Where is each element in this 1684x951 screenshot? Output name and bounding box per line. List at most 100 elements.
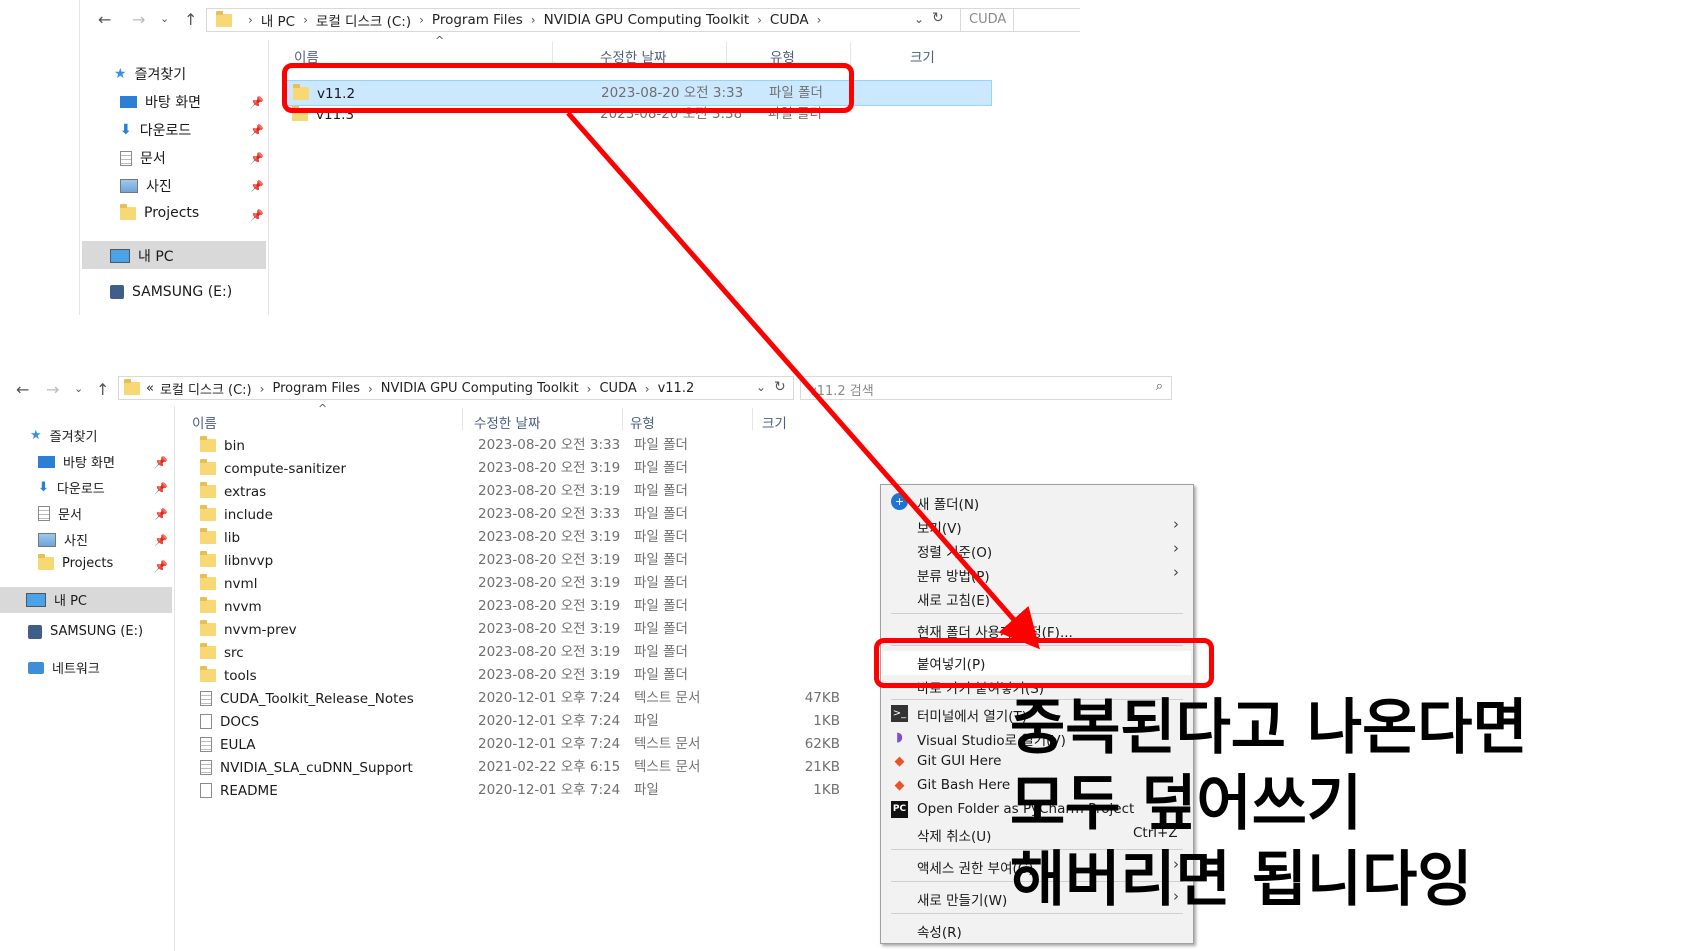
file-row[interactable]: DOCS 2020-12-01 오후 7:24 파일 1KB <box>196 711 856 732</box>
menu-item-sort-by[interactable]: 정렬 기준(O) <box>917 541 992 561</box>
column-header-size[interactable]: 크기 <box>762 412 787 432</box>
sidebar-item-drive-e[interactable]: SAMSUNG (E:) <box>110 284 232 300</box>
pin-icon[interactable]: 📌 <box>250 209 264 222</box>
sort-ascending-icon: ^ <box>435 34 445 47</box>
up-button[interactable]: ↑ <box>96 380 109 399</box>
menu-item-view[interactable]: 보기(V) <box>917 517 962 537</box>
file-type: 파일 폴더 <box>634 506 688 522</box>
address-dropdown-icon[interactable]: ⌄ <box>914 12 924 26</box>
file-row[interactable]: README 2020-12-01 오후 7:24 파일 1KB <box>196 780 856 801</box>
menu-item-group-by[interactable]: 분류 방법(P) <box>917 565 990 585</box>
star-icon: ★ <box>114 66 127 82</box>
file-size: 47KB <box>804 690 840 706</box>
sidebar-item-documents[interactable]: 문서 <box>120 148 166 168</box>
breadcrumb-item[interactable]: CUDA <box>770 12 809 28</box>
annotation-line: 해버리면 됩니다잉 <box>1010 845 1473 915</box>
file-row[interactable]: lib 2023-08-20 오전 3:19 파일 폴더 <box>196 527 856 548</box>
file-row[interactable]: extras 2023-08-20 오전 3:19 파일 폴더 <box>196 481 856 502</box>
file-name: EULA <box>220 736 256 753</box>
pin-icon[interactable]: 📌 <box>250 96 264 109</box>
file-row[interactable]: libnvvp 2023-08-20 오전 3:19 파일 폴더 <box>196 550 856 571</box>
sidebar-divider <box>174 406 175 951</box>
file-type: 파일 폴더 <box>634 598 688 614</box>
sidebar-item-documents[interactable]: 문서 <box>38 504 82 523</box>
sidebar-item-desktop[interactable]: 바탕 화면 <box>120 92 201 112</box>
sidebar-item-desktop[interactable]: 바탕 화면 <box>38 452 115 471</box>
star-icon: ★ <box>30 428 42 443</box>
sidebar-item-projects[interactable]: Projects <box>38 554 113 571</box>
file-row[interactable]: include 2023-08-20 오전 3:33 파일 폴더 <box>196 504 856 525</box>
pin-icon[interactable]: 📌 <box>154 508 168 521</box>
file-row[interactable]: nvml 2023-08-20 오전 3:19 파일 폴더 <box>196 573 856 594</box>
file-row[interactable]: src 2023-08-20 오전 3:19 파일 폴더 <box>196 642 856 663</box>
column-header-name[interactable]: 이름 <box>192 412 217 432</box>
menu-item-new-folder[interactable]: 새 폴더(N) <box>917 493 979 513</box>
column-header-size[interactable]: 크기 <box>910 46 935 66</box>
file-row[interactable]: tools 2023-08-20 오전 3:19 파일 폴더 <box>196 665 856 686</box>
address-dropdown-icon[interactable]: ⌄ <box>756 380 766 394</box>
pin-icon[interactable]: 📌 <box>250 152 264 165</box>
sidebar-item-this-pc[interactable]: 내 PC <box>110 246 174 266</box>
sidebar-item-projects[interactable]: Projects <box>120 203 199 221</box>
sidebar-quick-access[interactable]: ★ 즐겨찾기 <box>114 64 186 84</box>
menu-item-git-gui[interactable]: Git GUI Here <box>917 753 1001 769</box>
file-row[interactable]: NVIDIA_SLA_cuDNN_Support 2021-02-22 오후 6:… <box>196 757 856 778</box>
file-name: src <box>224 644 244 661</box>
back-button[interactable]: ← <box>16 380 29 399</box>
file-name: DOCS <box>220 713 260 730</box>
breadcrumb-overflow[interactable]: « <box>146 381 154 396</box>
search-icon: ⌕ <box>1155 379 1163 394</box>
breadcrumb-item[interactable]: Program Files <box>432 12 523 28</box>
search-box[interactable]: CUDA <box>960 8 1080 32</box>
pin-icon[interactable]: 📌 <box>154 482 168 495</box>
file-date: 2023-08-20 오전 3:19 <box>478 483 621 499</box>
pin-icon[interactable]: 📌 <box>154 534 168 547</box>
up-button[interactable]: ↑ <box>184 10 197 29</box>
back-button[interactable]: ← <box>98 10 111 29</box>
sidebar-quick-access[interactable]: ★ 즐겨찾기 <box>30 426 98 445</box>
column-divider <box>462 408 463 430</box>
breadcrumb-item[interactable]: CUDA <box>599 381 636 396</box>
file-row[interactable]: EULA 2020-12-01 오후 7:24 텍스트 문서 62KB <box>196 734 856 755</box>
menu-item-refresh[interactable]: 새로 고침(E) <box>917 589 990 609</box>
column-header-type[interactable]: 유형 <box>630 412 655 432</box>
forward-button[interactable]: → <box>46 380 59 399</box>
pin-icon[interactable]: 📌 <box>154 560 168 573</box>
search-input[interactable]: v11.2 검색 ⌕ <box>800 376 1172 400</box>
sidebar-item-network[interactable]: 네트워크 <box>28 658 100 677</box>
breadcrumb-item[interactable]: v11.2 <box>658 381 695 396</box>
sidebar-item-pictures[interactable]: 사진 <box>38 530 88 549</box>
breadcrumb-item[interactable]: 로컬 디스크 (C:) <box>160 379 252 398</box>
file-name: nvml <box>224 575 258 592</box>
menu-item-git-bash[interactable]: Git Bash Here <box>917 777 1010 793</box>
column-header-date[interactable]: 수정한 날짜 <box>474 412 540 432</box>
sidebar-item-pictures[interactable]: 사진 <box>120 176 172 196</box>
breadcrumb-item[interactable]: 로컬 디스크 (C:) <box>316 10 411 30</box>
breadcrumb-item[interactable]: 내 PC <box>261 10 295 30</box>
breadcrumb-item[interactable]: Program Files <box>272 381 360 396</box>
menu-item-properties[interactable]: 속성(R) <box>917 921 962 941</box>
folder-icon <box>200 620 216 636</box>
pin-icon[interactable]: 📌 <box>250 124 264 137</box>
breadcrumb-item[interactable]: NVIDIA GPU Computing Toolkit <box>381 381 579 396</box>
recent-dropdown-icon[interactable]: ⌄ <box>74 382 83 395</box>
file-row[interactable]: nvvm-prev 2023-08-20 오전 3:19 파일 폴더 <box>196 619 856 640</box>
sidebar-item-drive-e[interactable]: SAMSUNG (E:) <box>28 624 143 639</box>
breadcrumb-item[interactable]: NVIDIA GPU Computing Toolkit <box>544 12 750 28</box>
sidebar-item-downloads[interactable]: ⬇ 다운로드 <box>38 478 105 497</box>
file-type: 파일 폴더 <box>634 644 688 660</box>
file-row[interactable]: nvvm 2023-08-20 오전 3:19 파일 폴더 <box>196 596 856 617</box>
sidebar-item-downloads[interactable]: ⬇ 다운로드 <box>120 120 191 140</box>
file-row[interactable]: bin 2023-08-20 오전 3:33 파일 폴더 <box>196 435 856 456</box>
forward-button[interactable]: → <box>132 10 145 29</box>
pin-icon[interactable]: 📌 <box>154 456 168 469</box>
menu-item-new[interactable]: 새로 만들기(W) <box>917 889 1007 909</box>
refresh-button[interactable]: ↻ <box>774 379 786 395</box>
pin-icon[interactable]: 📌 <box>250 180 264 193</box>
menu-item-undo-delete[interactable]: 삭제 취소(U) <box>917 825 991 845</box>
refresh-button[interactable]: ↻ <box>932 10 944 26</box>
file-row[interactable]: compute-sanitizer 2023-08-20 오전 3:19 파일 폴더 <box>196 458 856 479</box>
file-row[interactable]: CUDA_Toolkit_Release_Notes 2020-12-01 오후 … <box>196 688 856 709</box>
sidebar-item-this-pc[interactable]: 내 PC <box>26 590 87 609</box>
recent-dropdown-icon[interactable]: ⌄ <box>160 12 169 25</box>
